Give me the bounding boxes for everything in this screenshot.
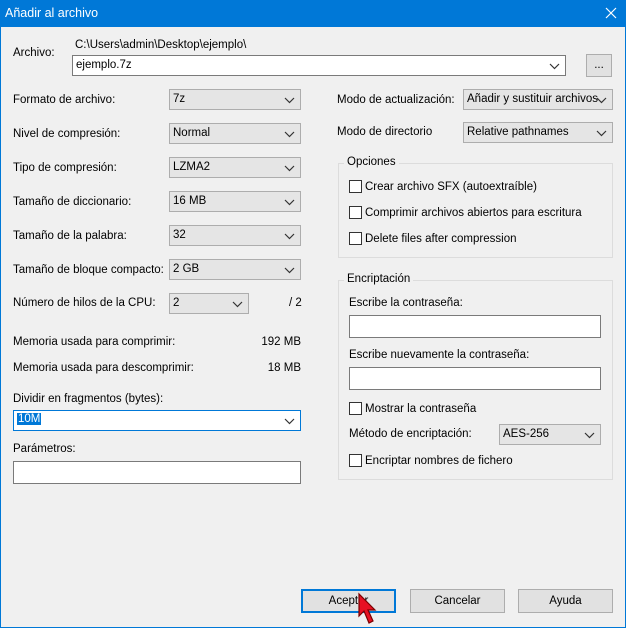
sfx-label: Crear archivo SFX (autoextraíble) bbox=[365, 181, 537, 193]
threads-label: Número de hilos de la CPU: bbox=[13, 297, 156, 309]
chevron-down-icon bbox=[284, 131, 295, 138]
chevron-down-icon bbox=[232, 301, 243, 308]
shared-checkbox[interactable] bbox=[349, 206, 362, 219]
encryption-method-label: Método de encriptación: bbox=[349, 428, 472, 440]
repeat-password-label: Escribe nuevamente la contraseña: bbox=[349, 349, 530, 361]
pathmode-label: Modo de directorio bbox=[337, 126, 433, 138]
archive-name-combo[interactable]: ejemplo.7z bbox=[72, 55, 566, 76]
update-value: Añadir y sustituir archivos bbox=[467, 93, 599, 105]
pathmode-select[interactable]: Relative pathnames bbox=[463, 122, 613, 143]
update-label: Modo de actualización: bbox=[337, 94, 455, 106]
chevron-down-icon bbox=[284, 165, 295, 172]
threads-total: / 2 bbox=[289, 297, 302, 309]
chevron-down-icon bbox=[284, 199, 295, 206]
word-value: 32 bbox=[173, 229, 186, 241]
type-value: LZMA2 bbox=[173, 161, 211, 173]
format-value: 7z bbox=[173, 93, 186, 105]
show-password-label: Mostrar la contraseña bbox=[365, 403, 477, 415]
archive-path: C:\Users\admin\Desktop\ejemplo\ bbox=[75, 39, 247, 51]
password-input[interactable] bbox=[349, 315, 601, 338]
close-button[interactable] bbox=[596, 0, 626, 27]
encrypt-names-checkbox[interactable] bbox=[349, 454, 362, 467]
block-label: Tamaño de bloque compacto: bbox=[13, 264, 164, 276]
word-label: Tamaño de la palabra: bbox=[13, 230, 127, 242]
level-value: Normal bbox=[173, 127, 211, 139]
shared-label: Comprimir archivos abiertos para escritu… bbox=[365, 207, 582, 219]
split-label: Dividir en fragmentos (bytes): bbox=[13, 393, 164, 405]
format-select[interactable]: 7z bbox=[169, 89, 301, 110]
chevron-down-icon bbox=[284, 97, 295, 104]
threads-select[interactable]: 2 bbox=[169, 293, 249, 314]
show-password-checkbox[interactable] bbox=[349, 402, 362, 415]
encryption-group-title: Encriptación bbox=[344, 273, 414, 285]
mem-compress-label: Memoria usada para comprimir: bbox=[13, 336, 176, 348]
dict-label: Tamaño de diccionario: bbox=[13, 196, 132, 208]
type-select[interactable]: LZMA2 bbox=[169, 157, 301, 178]
delete-checkbox[interactable] bbox=[349, 232, 362, 245]
mem-decompress-value: 18 MB bbox=[267, 362, 301, 374]
split-combo[interactable]: 10M bbox=[13, 410, 301, 431]
chevron-down-icon bbox=[549, 63, 560, 70]
password-label: Escribe la contraseña: bbox=[349, 297, 463, 309]
mem-decompress-label: Memoria usada para descomprimir: bbox=[13, 362, 194, 374]
chevron-down-icon bbox=[284, 418, 295, 425]
chevron-down-icon bbox=[284, 267, 295, 274]
threads-value: 2 bbox=[173, 297, 180, 309]
window-title: Añadir al archivo bbox=[5, 6, 99, 20]
mem-compress-value: 192 MB bbox=[261, 336, 301, 348]
cancel-button[interactable]: Cancelar bbox=[410, 589, 505, 613]
format-label: Formato de archivo: bbox=[13, 94, 116, 106]
word-select[interactable]: 32 bbox=[169, 225, 301, 246]
level-label: Nivel de compresión: bbox=[13, 128, 121, 140]
chevron-down-icon bbox=[596, 130, 607, 137]
params-label: Parámetros: bbox=[13, 443, 76, 455]
chevron-down-icon bbox=[284, 233, 295, 240]
update-select[interactable]: Añadir y sustituir archivos bbox=[463, 89, 613, 110]
block-select[interactable]: 2 GB bbox=[169, 259, 301, 280]
params-input[interactable] bbox=[13, 461, 301, 484]
dict-value: 16 MB bbox=[173, 195, 207, 207]
dict-select[interactable]: 16 MB bbox=[169, 191, 301, 212]
title-bar: Añadir al archivo bbox=[0, 0, 626, 27]
chevron-down-icon bbox=[596, 97, 607, 104]
sfx-checkbox[interactable] bbox=[349, 180, 362, 193]
type-label: Tipo de compresión: bbox=[13, 162, 117, 174]
encryption-method-select[interactable]: AES-256 bbox=[499, 424, 601, 445]
block-value: 2 GB bbox=[173, 263, 200, 275]
close-icon bbox=[605, 7, 617, 19]
repeat-password-input[interactable] bbox=[349, 367, 601, 390]
split-value: 10M bbox=[17, 413, 42, 425]
level-select[interactable]: Normal bbox=[169, 123, 301, 144]
pathmode-value: Relative pathnames bbox=[467, 126, 569, 138]
mouse-pointer-icon bbox=[358, 592, 377, 624]
archive-name-value: ejemplo.7z bbox=[76, 59, 132, 71]
options-group-title: Opciones bbox=[344, 156, 399, 168]
archive-label: Archivo: bbox=[13, 47, 55, 59]
encryption-method-value: AES-256 bbox=[503, 428, 550, 440]
delete-label: Delete files after compression bbox=[365, 233, 517, 245]
encrypt-names-label: Encriptar nombres de fichero bbox=[365, 455, 513, 467]
help-button[interactable]: Ayuda bbox=[518, 589, 613, 613]
chevron-down-icon bbox=[584, 432, 595, 439]
browse-button[interactable]: ... bbox=[586, 54, 612, 77]
